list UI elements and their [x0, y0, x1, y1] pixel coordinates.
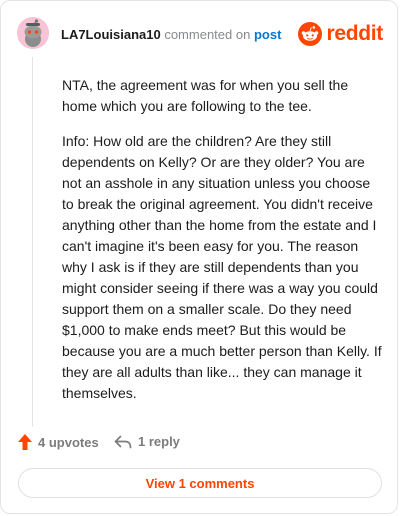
upvote-arrow-icon: [18, 434, 32, 450]
commented-on-text: commented on: [164, 27, 251, 42]
reply-count: 1 reply: [138, 434, 180, 449]
comment-card: LA7Louisiana10 commented on post reddit …: [0, 0, 398, 514]
view-comments-button[interactable]: View 1 comments: [18, 468, 382, 498]
comment-paragraph: Info: How old are the children? Are they…: [62, 133, 382, 401]
reddit-logo-icon: [298, 22, 323, 46]
comment-meta: LA7Louisiana10 commented on post: [61, 27, 281, 43]
comment-actions: 4 upvotes 1 reply: [18, 434, 378, 454]
reddit-logo[interactable]: reddit: [298, 21, 383, 47]
comment-paragraph: NTA, the agreement was for when you sell…: [62, 77, 349, 114]
reply-arrow-icon: [114, 435, 132, 448]
reply-button[interactable]: 1 reply: [114, 434, 180, 449]
comment-body: NTA, the agreement was for when you sell…: [62, 75, 382, 418]
snoo-avatar-icon[interactable]: [17, 17, 49, 49]
post-link[interactable]: post: [254, 27, 281, 42]
upvote-count: 4 upvotes: [38, 434, 99, 450]
thread-line[interactable]: [32, 57, 33, 427]
reddit-wordmark: reddit: [326, 22, 383, 45]
upvote-button[interactable]: 4 upvotes: [18, 434, 99, 450]
comment-header: LA7Louisiana10 commented on post reddit: [17, 17, 383, 53]
username-link[interactable]: LA7Louisiana10: [61, 27, 161, 42]
